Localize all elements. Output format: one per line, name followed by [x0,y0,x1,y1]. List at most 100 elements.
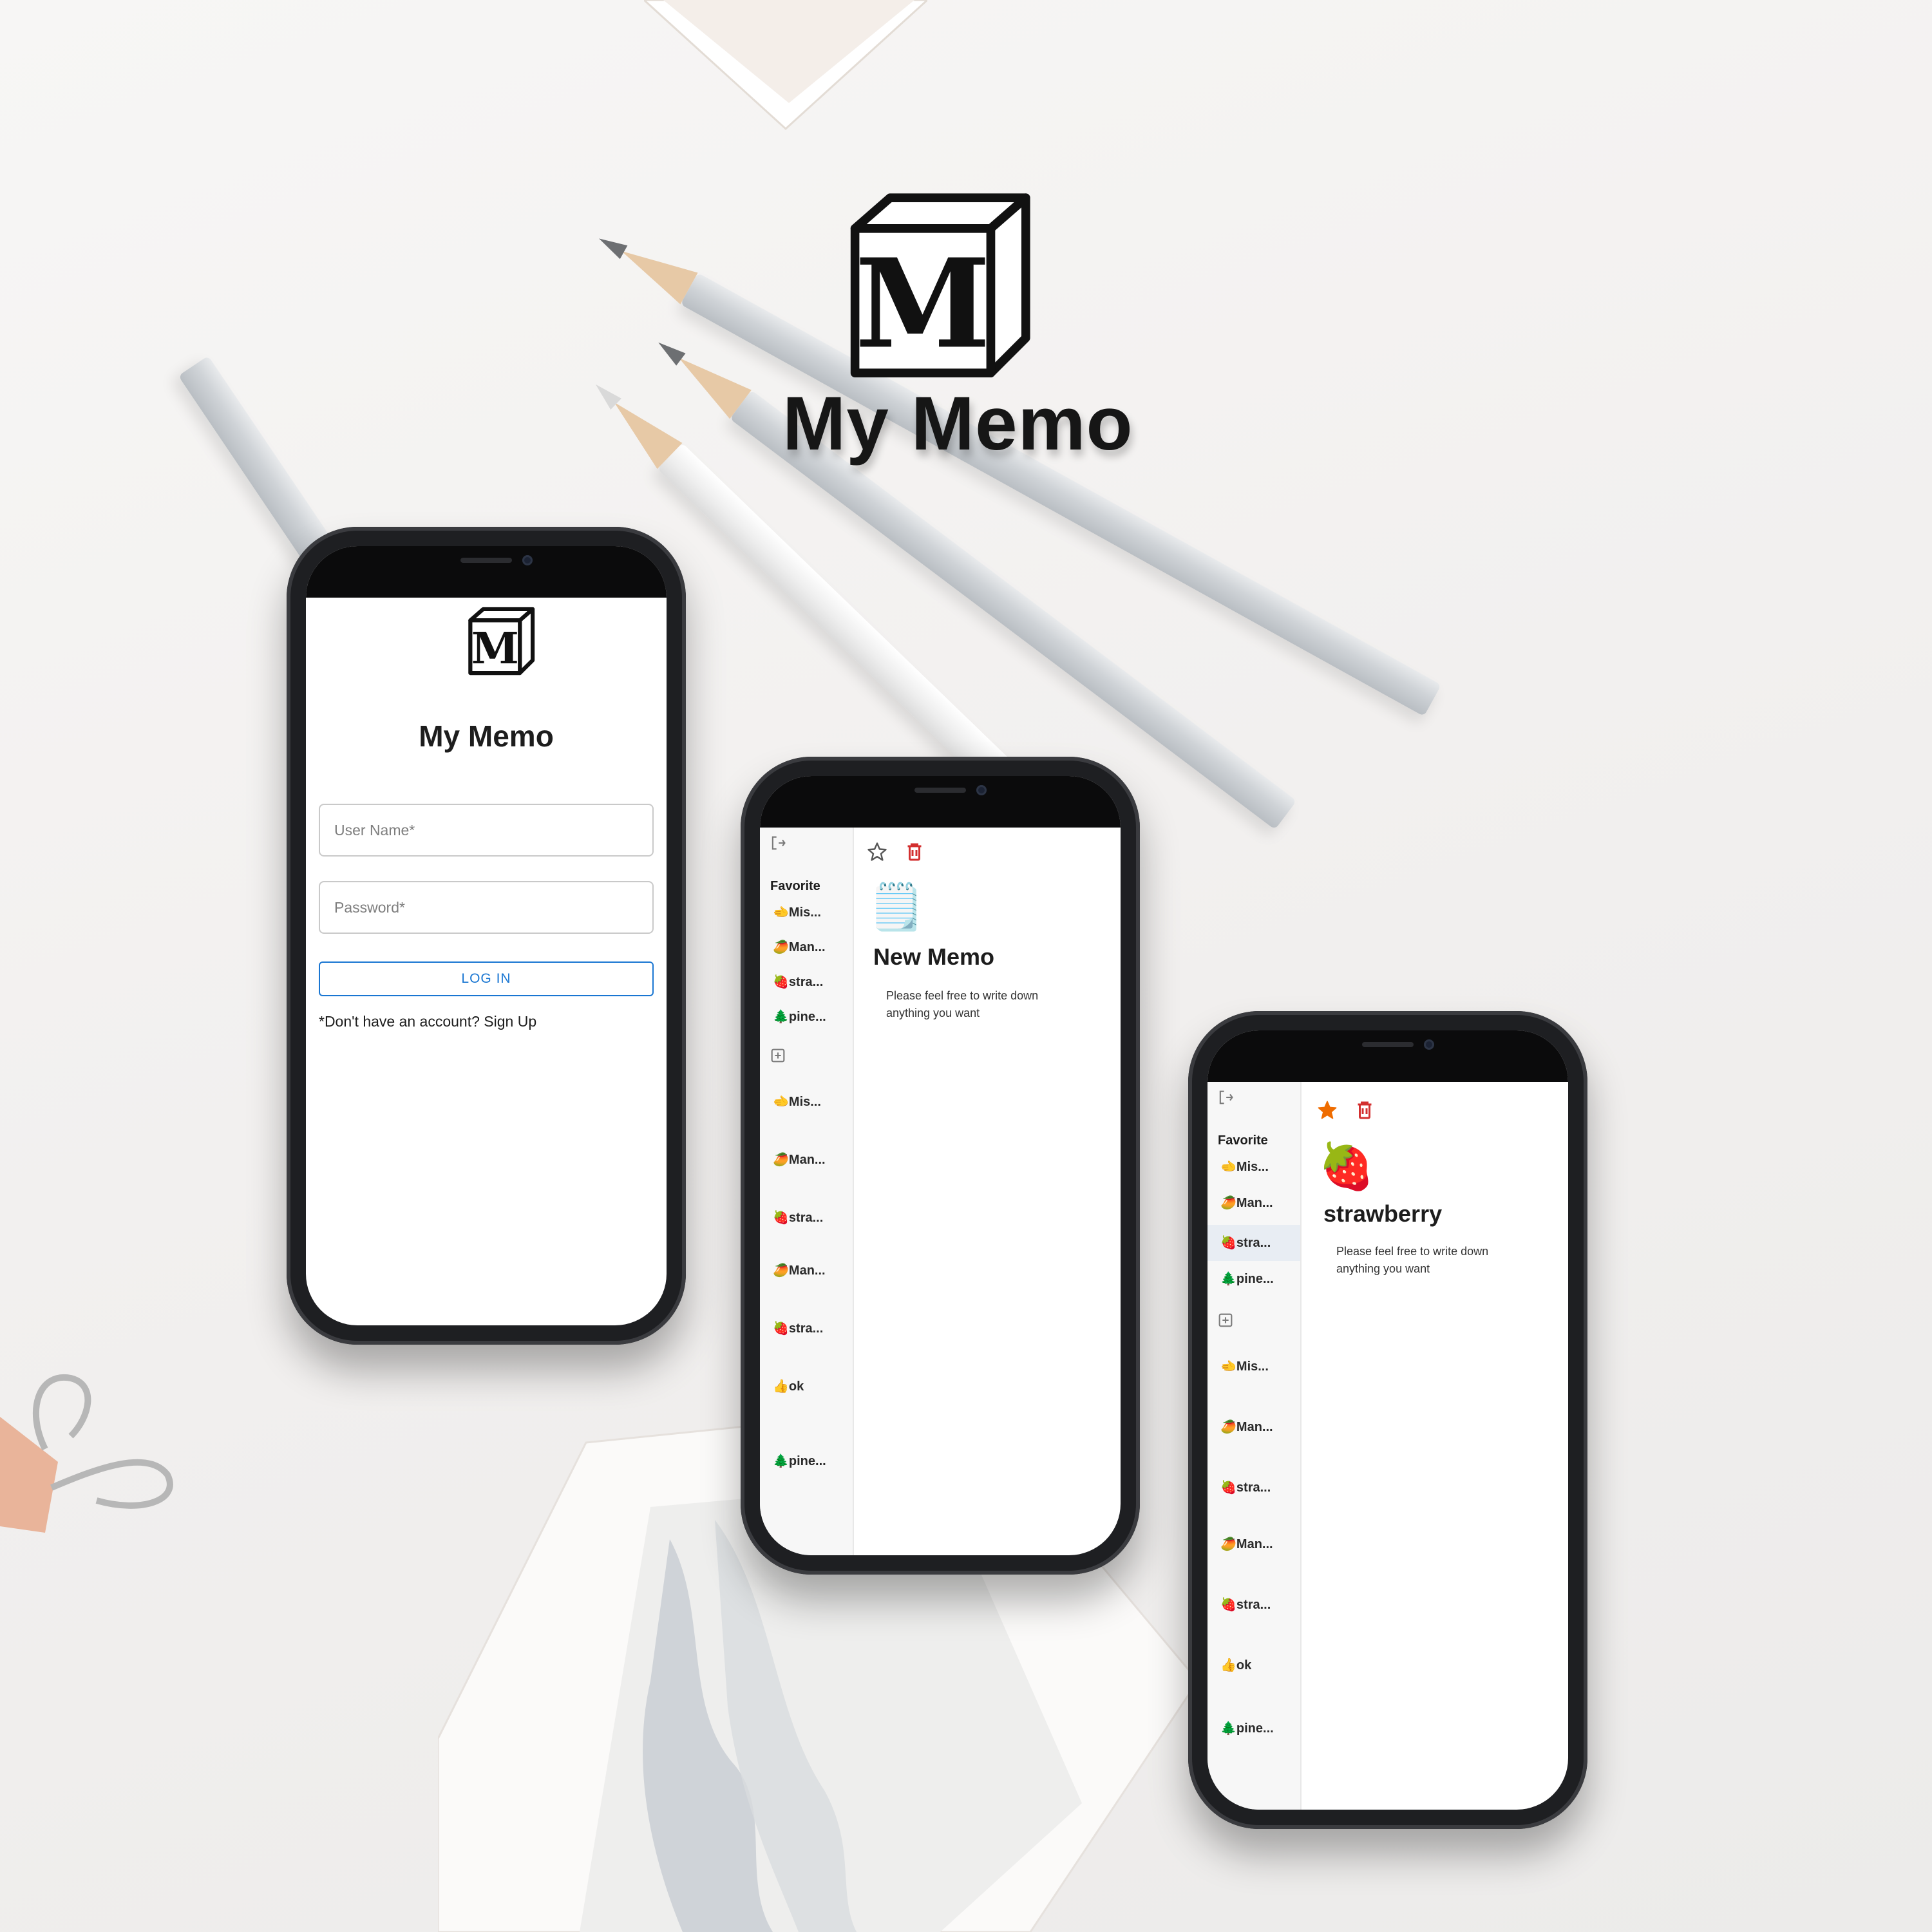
memo-list-item[interactable]: 🍓stra... [1208,1473,1300,1502]
add-page-icon[interactable] [769,1046,787,1065]
logout-icon[interactable] [769,834,787,852]
item-emoji: 🫲 [1220,1359,1236,1374]
favorite-item[interactable]: 🌲pine... [760,1003,853,1031]
item-label: Man... [1236,1196,1273,1210]
memo-list-item[interactable]: 🍓stra... [760,1314,853,1343]
memo-body[interactable]: Please feel free to write down anything … [886,987,1079,1022]
item-emoji: 👍 [773,1379,789,1394]
memo-list-item[interactable]: 👍ok [1208,1651,1300,1680]
item-emoji: 🌲 [1220,1272,1236,1286]
favorite-item[interactable]: 🥭Man... [760,933,853,961]
trash-icon[interactable] [1353,1099,1376,1122]
login-screen: M My Memo LOG IN *Don't have an account?… [306,546,667,1325]
item-emoji: 🥭 [1220,1420,1236,1434]
item-emoji: 🥭 [773,1264,789,1278]
binder-clip [0,1374,173,1533]
item-label: Man... [788,1153,826,1167]
item-emoji: 🍓 [773,1321,789,1336]
item-label: stra... [1236,1481,1271,1495]
favorite-heading: Favorite [770,879,820,893]
memo-list-item[interactable]: 👍ok [760,1372,853,1401]
hero-cube-logo-icon: M [850,193,1030,377]
trash-icon[interactable] [903,840,926,864]
item-emoji: 🫲 [1220,1160,1236,1174]
item-label: Man... [788,940,826,954]
memo-body[interactable]: Please feel free to write down anything … [1336,1243,1530,1278]
username-input[interactable] [319,804,654,857]
memo-list-item[interactable]: 🍓stra... [760,1204,853,1232]
memo-list-item[interactable]: 🥭Man... [1208,1530,1300,1558]
item-emoji: 🥭 [1220,1537,1236,1551]
favorite-item[interactable]: 🫲Mis... [760,898,853,927]
hero-title: My Memo [782,381,1133,466]
memo-list-item[interactable]: 🌲pine... [760,1447,853,1475]
memo-list-item[interactable]: 🍓stra... [1208,1591,1300,1619]
item-label: stra... [788,1211,824,1225]
item-emoji: 🌲 [773,1010,789,1024]
memo-list-item[interactable]: 🥭Man... [1208,1413,1300,1441]
memo-sidebar: Favorite 🫲Mis... 🥭Man... 🍓stra... 🌲pine.… [1208,1082,1302,1810]
favorite-item[interactable]: 🍓stra... [760,968,853,996]
item-emoji: 👍 [1220,1658,1236,1672]
item-emoji: 🍓 [773,1211,789,1225]
item-label: Man... [1236,1537,1273,1551]
memo-screen-strawberry: Favorite 🫲Mis... 🥭Man... 🍓stra... 🌲pine.… [1208,1030,1568,1810]
item-emoji: 🥭 [773,1153,789,1167]
logout-icon[interactable] [1217,1088,1235,1106]
favorite-item[interactable]: 🫲Mis... [1208,1153,1300,1181]
item-emoji: 🍓 [1220,1481,1236,1495]
phone-memo-strawberry: Favorite 🫲Mis... 🥭Man... 🍓stra... 🌲pine.… [1188,1011,1587,1829]
item-label: Man... [1236,1420,1273,1434]
item-label: stra... [1236,1598,1271,1612]
memo-list-item[interactable]: 🫲Mis... [760,1088,853,1116]
signup-link[interactable]: *Don't have an account? Sign Up [319,1013,536,1030]
password-input[interactable] [319,881,654,934]
add-page-icon[interactable] [1217,1311,1235,1329]
item-emoji: 🍓 [1220,1236,1236,1250]
item-label: pine... [788,1010,826,1024]
item-label: stra... [788,1321,824,1336]
phone-notch [1208,1030,1568,1082]
item-label: Man... [788,1264,826,1278]
item-emoji: 🍓 [773,975,789,989]
memo-emoji[interactable]: 🗒️ [868,884,924,929]
item-label: pine... [788,1454,826,1468]
phone-notch [760,776,1121,828]
memo-emoji[interactable]: 🍓 [1318,1144,1374,1189]
item-emoji: 🌲 [1220,1721,1236,1736]
memo-screen-new: Favorite 🫲Mis... 🥭Man... 🍓stra... 🌲pine.… [760,776,1121,1555]
favorite-item-active[interactable]: 🍓stra... [1208,1225,1300,1261]
item-emoji: 🌲 [773,1454,789,1468]
item-emoji: 🫲 [773,1095,789,1109]
hero-logo-letter: M [855,231,991,375]
memo-list-item[interactable]: 🥭Man... [760,1256,853,1285]
memo-list-item[interactable]: 🥭Man... [760,1146,853,1174]
login-button[interactable]: LOG IN [319,961,654,996]
item-label: stra... [1236,1236,1271,1250]
item-label: Mis... [788,905,821,920]
item-emoji: 🫲 [773,905,789,920]
background-paper-top [644,0,927,131]
item-label: Mis... [1236,1359,1269,1374]
favorite-heading: Favorite [1218,1133,1268,1148]
item-label: stra... [788,975,824,989]
memo-title[interactable]: New Memo [873,943,994,971]
item-label: pine... [1236,1272,1274,1286]
login-title: My Memo [419,719,554,753]
phone-memo-new: Favorite 🫲Mis... 🥭Man... 🍓stra... 🌲pine.… [741,757,1140,1575]
favorite-item[interactable]: 🥭Man... [1208,1189,1300,1217]
memo-sidebar: Favorite 🫲Mis... 🥭Man... 🍓stra... 🌲pine.… [760,828,854,1555]
star-icon[interactable] [866,840,889,864]
item-label: ok [788,1379,804,1394]
item-label: pine... [1236,1721,1274,1736]
item-label: Mis... [1236,1160,1269,1174]
memo-list-item[interactable]: 🫲Mis... [1208,1352,1300,1381]
memo-title[interactable]: strawberry [1323,1200,1442,1227]
login-logo-letter: M [471,623,519,674]
item-label: ok [1236,1658,1252,1672]
favorite-item[interactable]: 🌲pine... [1208,1265,1300,1293]
star-icon-filled[interactable] [1316,1099,1339,1122]
phone-login: M My Memo LOG IN *Don't have an account?… [287,527,686,1345]
item-emoji: 🥭 [1220,1196,1236,1210]
memo-list-item[interactable]: 🌲pine... [1208,1714,1300,1743]
